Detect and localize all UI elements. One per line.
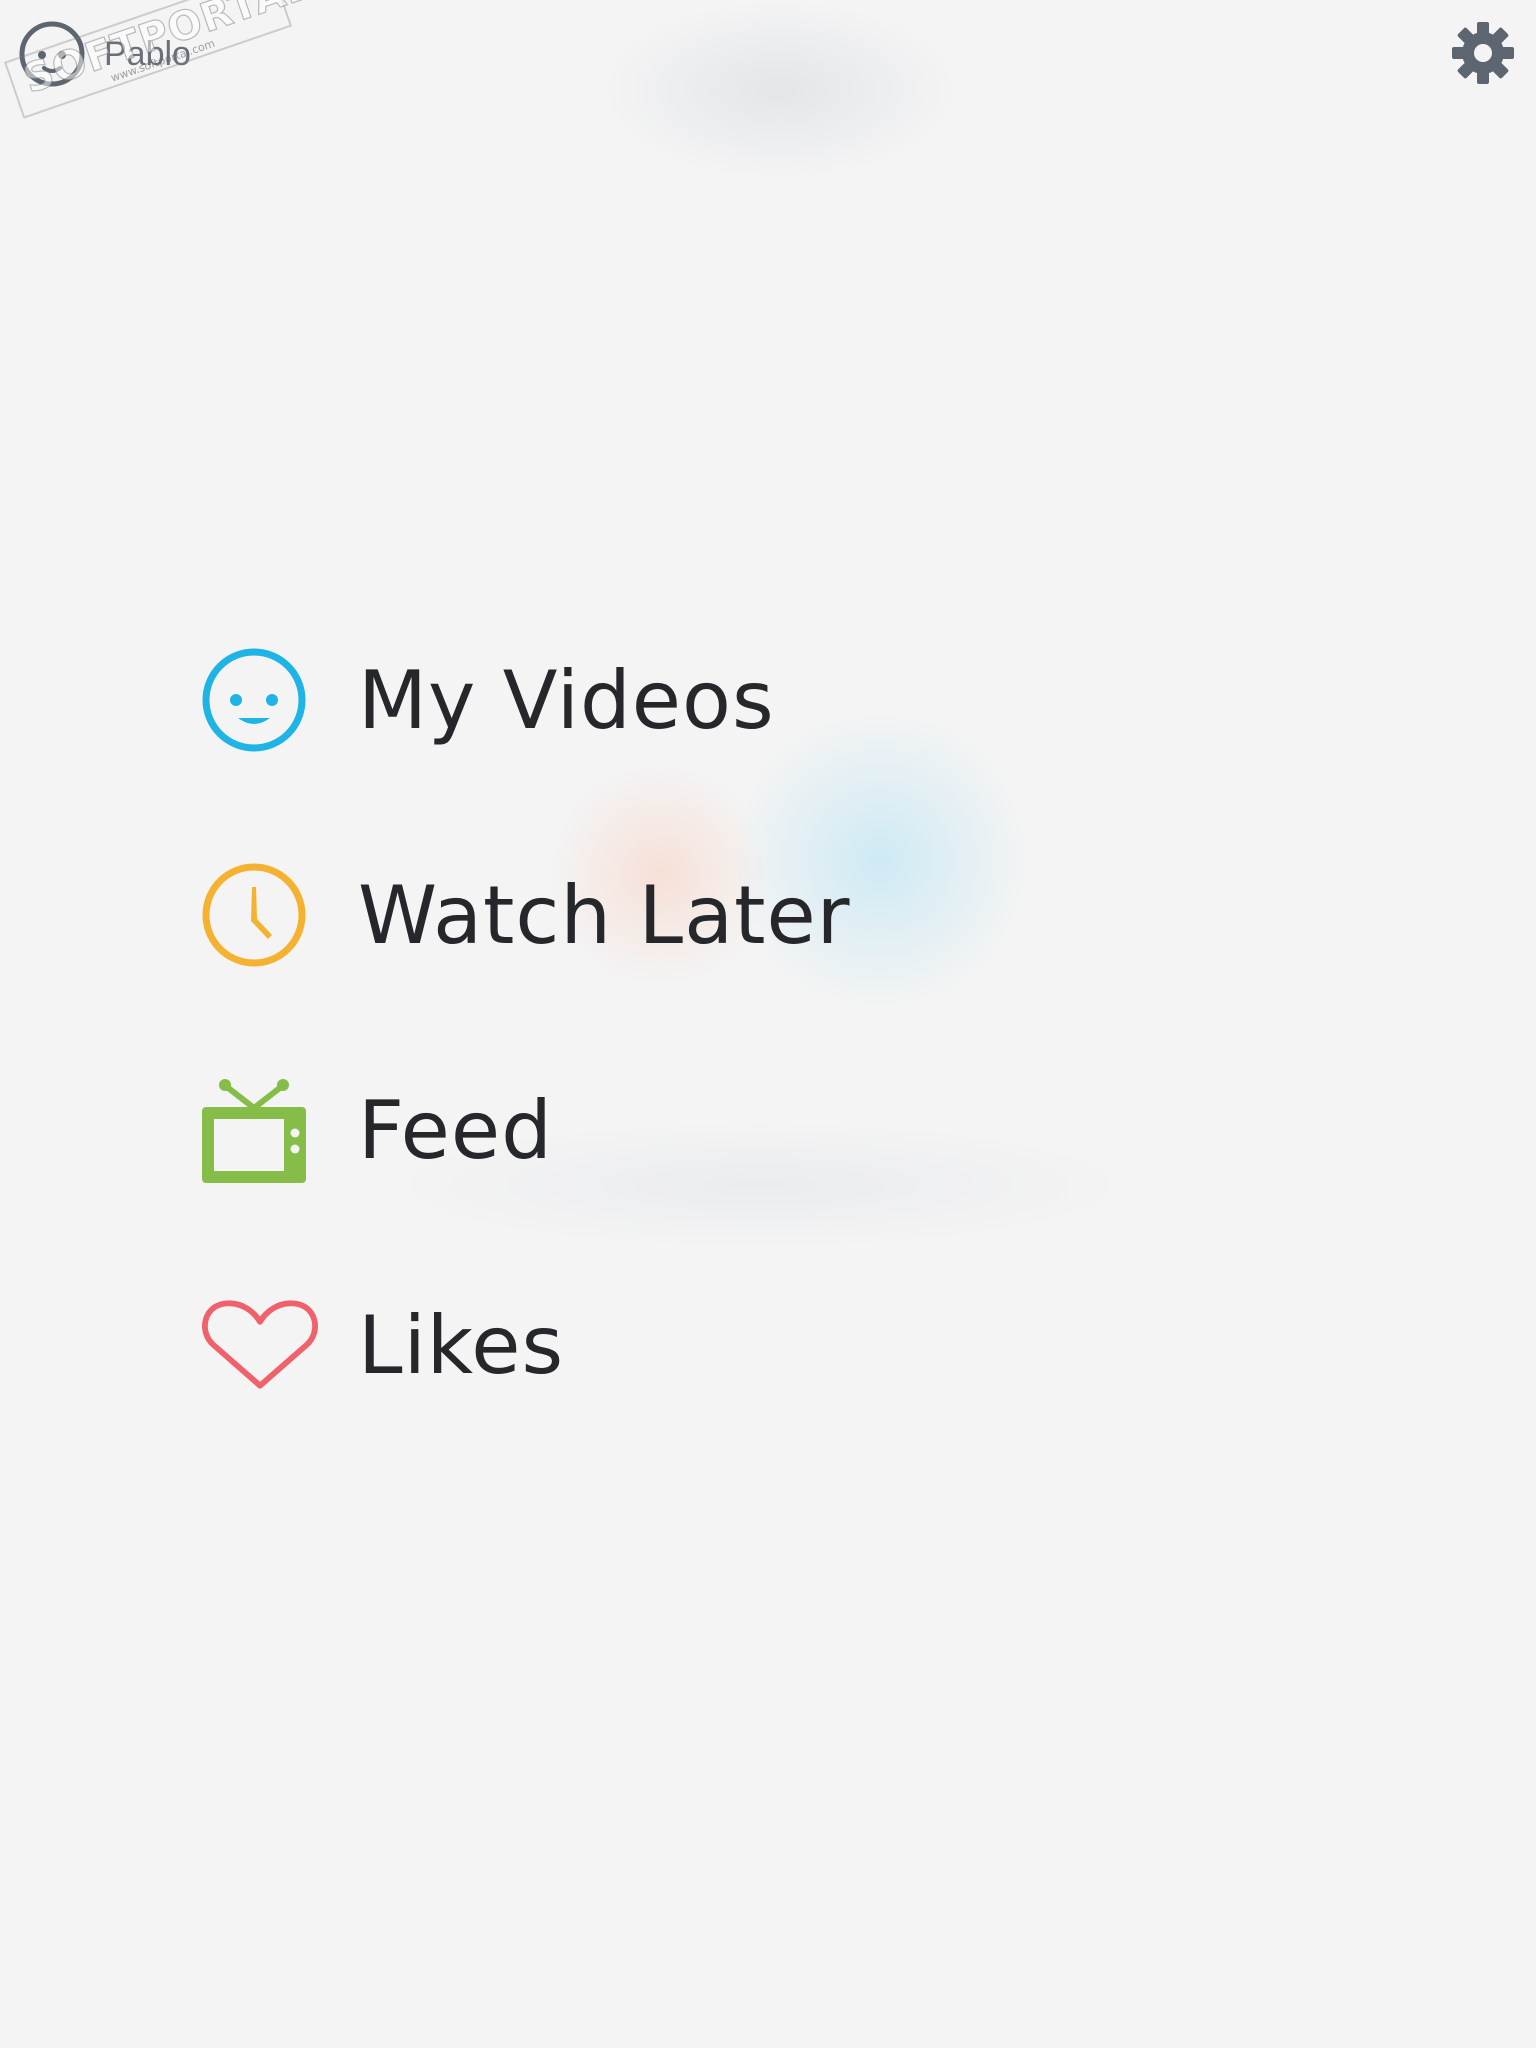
menu-label: My Videos xyxy=(358,653,775,747)
menu-item-watch-later[interactable]: Watch Later xyxy=(200,855,851,975)
menu-item-likes[interactable]: Likes xyxy=(200,1285,564,1405)
menu-item-my-videos[interactable]: My Videos xyxy=(200,640,775,760)
clock-icon xyxy=(200,855,320,975)
smiley-face-icon xyxy=(200,640,320,760)
menu-label: Likes xyxy=(358,1298,565,1392)
smiley-face-icon xyxy=(18,20,86,88)
menu-item-feed[interactable]: Feed xyxy=(200,1070,553,1190)
menu-label: Feed xyxy=(358,1083,553,1177)
profile-name: Pablo xyxy=(104,34,191,73)
menu-label: Watch Later xyxy=(358,868,851,962)
background-glow xyxy=(600,0,960,180)
gear-icon xyxy=(1450,20,1516,86)
heart-icon xyxy=(200,1285,320,1405)
profile-button[interactable]: Pablo xyxy=(18,20,191,88)
settings-button[interactable] xyxy=(1450,20,1516,86)
tv-icon xyxy=(200,1070,320,1190)
